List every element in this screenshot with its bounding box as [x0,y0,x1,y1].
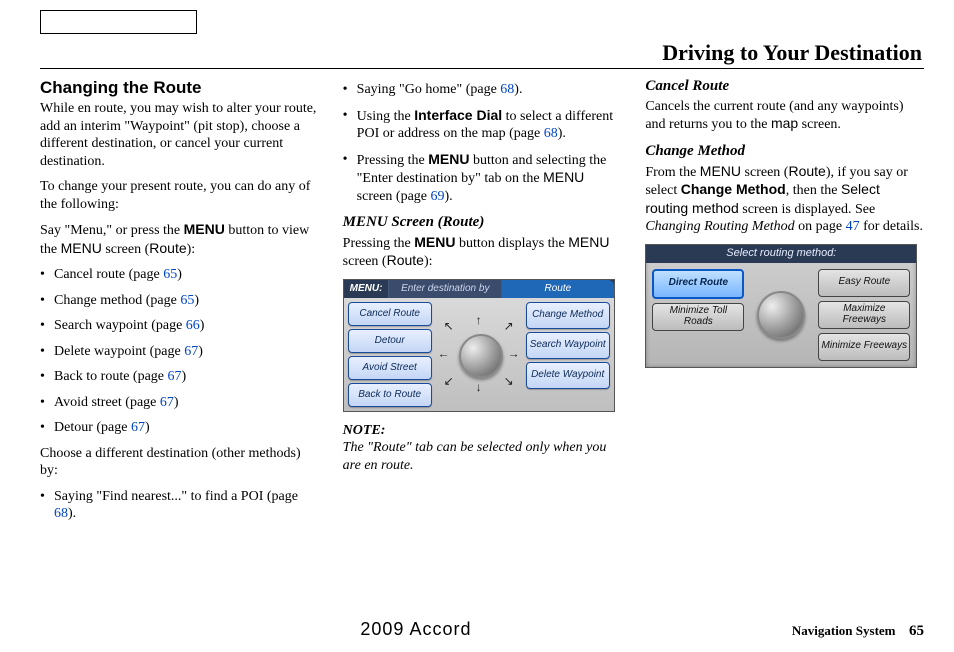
intro-para-2: To change your present route, you can do… [40,178,319,213]
page-link[interactable]: 47 [846,219,860,234]
route-options-list: Cancel route (page 65) Change method (pa… [40,266,319,437]
vehicle-label: 2009 Accord [40,619,792,640]
page-header: Driving to Your Destination [40,40,924,66]
btn-search-waypoint: Search Waypoint [526,332,610,359]
subheading-cancel-route: Cancel Route [645,77,924,96]
heading-changing-route: Changing the Route [40,77,319,98]
list-item: Saying "Go home" (page 68). [343,81,622,99]
list-item: Saying "Find nearest..." to find a POI (… [40,488,319,523]
list-item: Delete waypoint (page 67) [40,343,319,361]
page-link[interactable]: 67 [184,344,198,359]
tab-route: Route [501,280,614,298]
btn-easy-route: Easy Route [818,269,910,297]
list-item: Back to route (page 67) [40,368,319,386]
cancel-route-text: Cancels the current route (and any waypo… [645,98,924,134]
top-empty-box [40,10,197,34]
list-item: Pressing the MENU button and selecting t… [343,151,622,206]
note-body: The "Route" tab can be selected only whe… [343,439,622,474]
page-link[interactable]: 67 [131,420,145,435]
menu-route-screenshot: MENU: Enter destination by Route Cancel … [343,279,615,412]
btn-direct-route: Direct Route [652,269,744,299]
list-item: Search waypoint (page 66) [40,317,319,335]
column-3: Cancel Route Cancels the current route (… [645,77,924,531]
other-methods-list: Saying "Find nearest..." to find a POI (… [40,488,319,523]
tab-enter-destination: Enter destination by [388,280,501,298]
btn-avoid-street: Avoid Street [348,356,432,380]
other-methods-lead: Choose a different destination (other me… [40,445,319,480]
page-link[interactable]: 65 [180,293,194,308]
routing-method-screenshot: Select routing method: Direct Route Mini… [645,244,917,368]
interface-dial-icon [459,334,503,378]
change-method-text: From the MENU screen (Route), if you say… [645,163,924,236]
page-link[interactable]: 69 [431,189,445,204]
btn-back-to-route: Back to Route [348,383,432,407]
page-footer: 2009 Accord Navigation System 65 [40,619,924,640]
page-link[interactable]: 67 [168,369,182,384]
list-item: Avoid street (page 67) [40,394,319,412]
intro-para-1: While en route, you may wish to alter yo… [40,100,319,170]
list-item: Change method (page 65) [40,292,319,310]
page-link[interactable]: 66 [186,318,200,333]
page-link[interactable]: 65 [163,267,177,282]
interface-dial-icon [757,291,805,339]
menu-route-text: Pressing the MENU button displays the ME… [343,234,622,271]
btn-cancel-route: Cancel Route [348,302,432,326]
btn-minimize-toll: Minimize Toll Roads [652,303,744,331]
list-item: Detour (page 67) [40,419,319,437]
btn-change-method: Change Method [526,302,610,329]
page-link[interactable]: 68 [500,82,514,97]
page-number: 65 [909,623,924,639]
btn-maximize-freeways: Maximize Freeways [818,301,910,329]
subheading-change-method: Change Method [645,142,924,161]
menu-lead: Say "Menu," or press the MENU button to … [40,221,319,258]
btn-minimize-freeways: Minimize Freeways [818,333,910,361]
menu-label: MENU: [344,283,389,296]
btn-delete-waypoint: Delete Waypoint [526,362,610,389]
page-link[interactable]: 67 [160,395,174,410]
btn-detour: Detour [348,329,432,353]
list-item: Using the Interface Dial to select a dif… [343,107,622,143]
column-2: Saying "Go home" (page 68). Using the In… [343,77,622,531]
page-link[interactable]: 68 [54,506,68,521]
other-methods-continued: Saying "Go home" (page 68). Using the In… [343,81,622,205]
dial-arrows-icon: ↖↑↗ ←→ ↙↓↘ [440,315,518,393]
nav-system-label: Navigation System [792,623,896,638]
routing-title: Select routing method: [646,245,916,263]
subheading-menu-route: MENU Screen (Route) [343,213,622,232]
list-item: Cancel route (page 65) [40,266,319,284]
column-1: Changing the Route While en route, you m… [40,77,319,531]
page-link[interactable]: 68 [544,126,558,141]
note-label: NOTE: [343,423,386,438]
header-rule [40,68,924,69]
